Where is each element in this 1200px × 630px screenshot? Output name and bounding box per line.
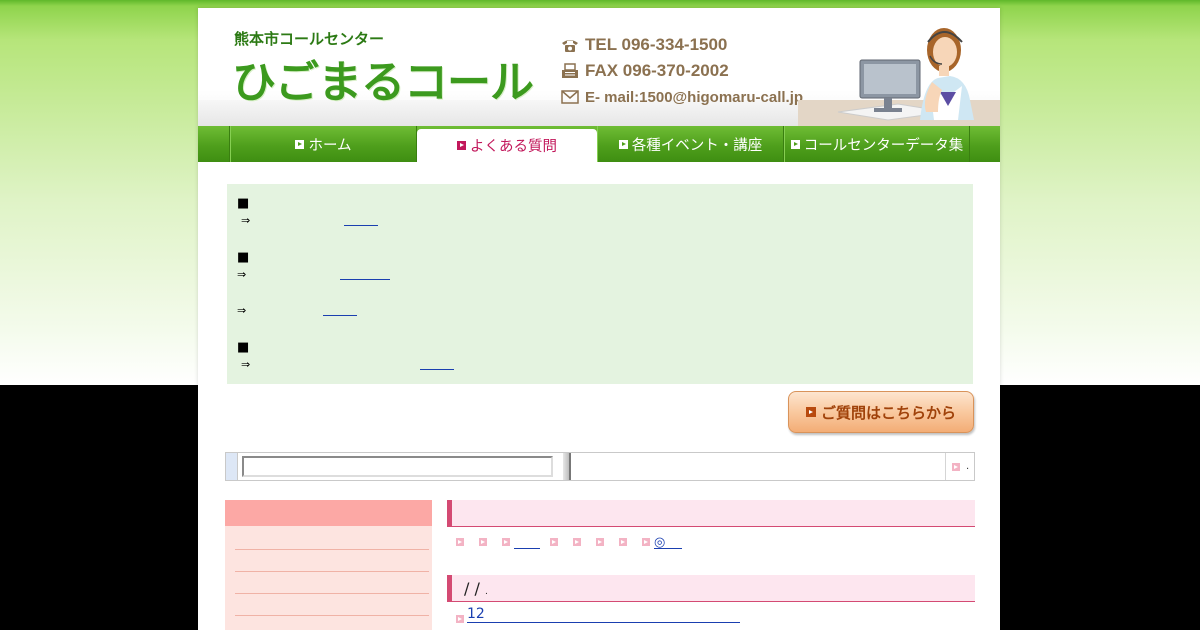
faq-arrow: ⇒ bbox=[237, 304, 247, 317]
faq-bullet: ■ bbox=[237, 250, 250, 265]
arrow-right-icon bbox=[805, 407, 816, 417]
fax-icon bbox=[560, 62, 580, 80]
arrow-right-icon bbox=[295, 139, 305, 149]
faq-link[interactable] bbox=[340, 279, 390, 280]
arrow-right-icon bbox=[550, 538, 558, 546]
search-bar: . bbox=[225, 452, 975, 481]
content-link[interactable] bbox=[514, 535, 540, 549]
faq-link[interactable] bbox=[344, 225, 378, 226]
faq-link[interactable] bbox=[420, 369, 454, 370]
section-title: / / bbox=[464, 579, 480, 598]
link-row: ◎ bbox=[456, 535, 692, 550]
nav-left-cap bbox=[198, 126, 230, 162]
nav-label: よくある質問 bbox=[470, 139, 557, 155]
main-nav: ホーム よくある質問 各種イベント・講座 コールセンターデータ集 bbox=[198, 126, 1000, 162]
search-bar-tab bbox=[226, 453, 238, 480]
nav-item-faq[interactable]: よくある質問 bbox=[417, 129, 597, 162]
faq-link[interactable] bbox=[323, 315, 357, 316]
arrow-right-icon bbox=[502, 538, 510, 546]
content-link[interactable]: ◎ bbox=[654, 535, 682, 550]
sidebar-item[interactable] bbox=[235, 615, 429, 616]
search-divider bbox=[945, 453, 946, 480]
sidebar-item[interactable] bbox=[235, 571, 429, 572]
faq-arrow: ⇒ bbox=[241, 214, 251, 227]
faq-bullet: ■ bbox=[237, 196, 250, 211]
contact-email: E- mail:1500@higomaru-call.jp bbox=[560, 84, 803, 110]
arrow-right-icon bbox=[642, 538, 650, 546]
nav-label: ホーム bbox=[308, 137, 352, 154]
nav-label: コールセンターデータ集 bbox=[803, 137, 964, 154]
sidebar-item[interactable] bbox=[235, 549, 429, 550]
contact-fax: FAX 096-370-2002 bbox=[560, 58, 803, 84]
site-logo[interactable]: ひごまるコール bbox=[232, 46, 534, 110]
operator-illustration bbox=[798, 28, 1000, 126]
nav-item-home[interactable]: ホーム bbox=[230, 126, 417, 162]
nav-item-events[interactable]: 各種イベント・講座 bbox=[597, 126, 784, 162]
nav-item-data[interactable]: コールセンターデータ集 bbox=[784, 126, 970, 162]
faq-box: ■ ⇒ ■ ⇒ ⇒ ■ ⇒ bbox=[227, 184, 973, 384]
search-submit-icon[interactable] bbox=[952, 463, 960, 471]
search-trailing-text: . bbox=[966, 461, 970, 472]
arrow-right-icon bbox=[456, 615, 464, 623]
section-header-2: / / . bbox=[447, 575, 975, 602]
email-text[interactable]: E- mail:1500@higomaru-call.jp bbox=[585, 89, 803, 106]
contact-tel: TEL 096-334-1500 bbox=[560, 32, 803, 58]
mail-icon bbox=[560, 88, 580, 106]
fax-text: FAX 096-370-2002 bbox=[585, 61, 729, 80]
section-header bbox=[447, 500, 975, 527]
arrow-right-icon bbox=[457, 141, 466, 150]
arrow-right-icon bbox=[596, 538, 604, 546]
phone-icon bbox=[560, 36, 580, 54]
ask-button-label: ご質問はこちらから bbox=[820, 403, 956, 422]
arrow-right-icon bbox=[618, 139, 628, 149]
arrow-right-icon bbox=[456, 538, 464, 546]
page-container: 熊本市コールセンター ひごまるコール TEL 096-334-1500 FAX … bbox=[198, 8, 1000, 630]
contact-info: TEL 096-334-1500 FAX 096-370-2002 E- mai… bbox=[560, 32, 803, 110]
arrow-right-icon bbox=[479, 538, 487, 546]
faq-arrow: ⇒ bbox=[237, 268, 247, 281]
search-input[interactable] bbox=[242, 456, 553, 477]
nav-right-cap bbox=[970, 126, 1000, 162]
section-title-suffix: . bbox=[484, 587, 488, 597]
faq-arrow: ⇒ bbox=[241, 358, 251, 371]
arrow-right-icon bbox=[619, 538, 627, 546]
ask-question-button[interactable]: ご質問はこちらから bbox=[788, 391, 974, 433]
arrow-right-icon bbox=[790, 139, 800, 149]
site-header: 熊本市コールセンター ひごまるコール TEL 096-334-1500 FAX … bbox=[198, 8, 1000, 126]
faq-bullet: ■ bbox=[237, 340, 250, 355]
sidebar-item[interactable] bbox=[235, 593, 429, 594]
arrow-right-icon bbox=[573, 538, 581, 546]
list-item-link[interactable]: 12 bbox=[467, 606, 740, 623]
nav-label: 各種イベント・講座 bbox=[631, 137, 763, 154]
list-item: 12 bbox=[456, 606, 740, 623]
sidebar bbox=[225, 500, 432, 630]
sidebar-header bbox=[225, 500, 432, 526]
search-slider-handle[interactable] bbox=[563, 453, 571, 480]
tel-text: TEL 096-334-1500 bbox=[585, 35, 728, 54]
